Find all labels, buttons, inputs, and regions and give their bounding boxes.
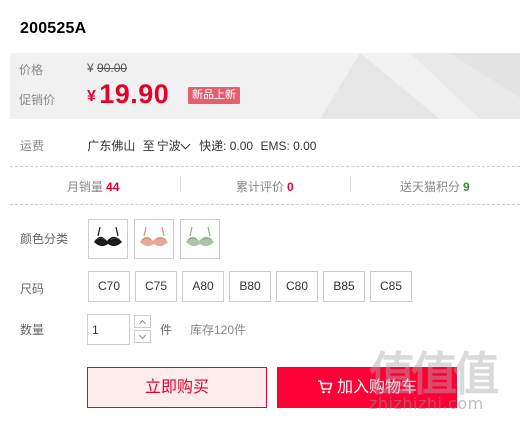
- size-label: 尺码: [20, 282, 45, 296]
- size-option-c85[interactable]: C85: [370, 271, 412, 302]
- chevron-down-icon: [180, 139, 191, 150]
- promo-currency-symbol: ¥: [87, 88, 96, 105]
- decorative-background: [320, 53, 520, 119]
- quantity-label: 数量: [20, 323, 45, 337]
- original-price: ¥ 90.00: [87, 61, 127, 75]
- express-fee: 快递: 0.00: [199, 139, 254, 153]
- size-option-b85[interactable]: B85: [323, 271, 365, 302]
- ship-to-word: 至: [142, 139, 155, 153]
- green-bra-icon: [186, 226, 214, 247]
- quantity-increase-button[interactable]: [134, 315, 151, 328]
- tmall-points-value: 9: [463, 180, 470, 194]
- promo-price-label: 促销价: [19, 93, 56, 107]
- monthly-sales-label: 月销量: [67, 180, 104, 194]
- tmall-points-label: 送天猫积分: [400, 180, 461, 194]
- ship-to-value: 宁波: [156, 139, 181, 153]
- color-swatch-pink[interactable]: [134, 219, 174, 259]
- shipping-label: 运费: [20, 139, 45, 153]
- price-panel: 价格 ¥ 90.00 促销价 ¥ 19.90 新品上新: [10, 53, 520, 119]
- size-option-c70[interactable]: C70: [88, 271, 130, 302]
- add-to-cart-label: 加入购物车: [336, 379, 417, 396]
- ship-to-select[interactable]: 宁波: [157, 139, 192, 153]
- promo-price-value: 19.90: [99, 79, 170, 109]
- monthly-sales-value: 44: [106, 180, 120, 194]
- chevron-up-icon: [138, 319, 147, 328]
- color-swatch-green[interactable]: [180, 219, 220, 259]
- review-count-label: 累计评价: [236, 180, 285, 194]
- tmall-points: 送天猫积分 9: [400, 178, 470, 195]
- pink-bra-icon: [140, 226, 168, 247]
- color-label: 颜色分类: [20, 232, 69, 246]
- stock-count: 库存120件: [190, 323, 247, 337]
- price-label: 价格: [19, 63, 44, 77]
- original-price-value: 90.00: [97, 61, 128, 75]
- review-count-value: 0: [287, 180, 294, 194]
- stat-separator: [350, 176, 351, 192]
- size-option-b80[interactable]: B80: [229, 271, 271, 302]
- divider: [10, 166, 520, 167]
- size-option-a80[interactable]: A80: [182, 271, 224, 302]
- divider: [10, 204, 520, 205]
- stat-separator: [180, 176, 181, 192]
- quantity-input[interactable]: [87, 314, 130, 345]
- black-bra-icon: [94, 226, 122, 247]
- cart-icon: [317, 380, 333, 394]
- promo-price: ¥ 19.90: [87, 79, 169, 110]
- currency-symbol: ¥: [87, 61, 94, 75]
- ems-fee: EMS: 0.00: [260, 139, 317, 153]
- size-option-c75[interactable]: C75: [135, 271, 177, 302]
- product-title: 200525A: [20, 20, 87, 37]
- quantity-decrease-button[interactable]: [134, 330, 151, 343]
- add-to-cart-button[interactable]: 加入购物车: [277, 367, 457, 408]
- quantity-unit: 件: [160, 323, 173, 337]
- color-swatch-black[interactable]: [88, 219, 128, 259]
- size-option-c80[interactable]: C80: [276, 271, 318, 302]
- monthly-sales: 月销量 44: [67, 178, 119, 195]
- buy-now-button[interactable]: 立即购买: [87, 367, 267, 408]
- ship-from: 广东佛山: [87, 139, 136, 153]
- stats-bar: 月销量 44 累计评价 0 送天猫积分 9: [10, 174, 520, 196]
- new-arrival-badge: 新品上新: [188, 87, 240, 104]
- review-count[interactable]: 累计评价 0: [236, 178, 294, 195]
- chevron-down-icon: [138, 331, 147, 340]
- shipping-row: 运费 广东佛山 至宁波 快递: 0.00 EMS: 0.00: [20, 137, 500, 154]
